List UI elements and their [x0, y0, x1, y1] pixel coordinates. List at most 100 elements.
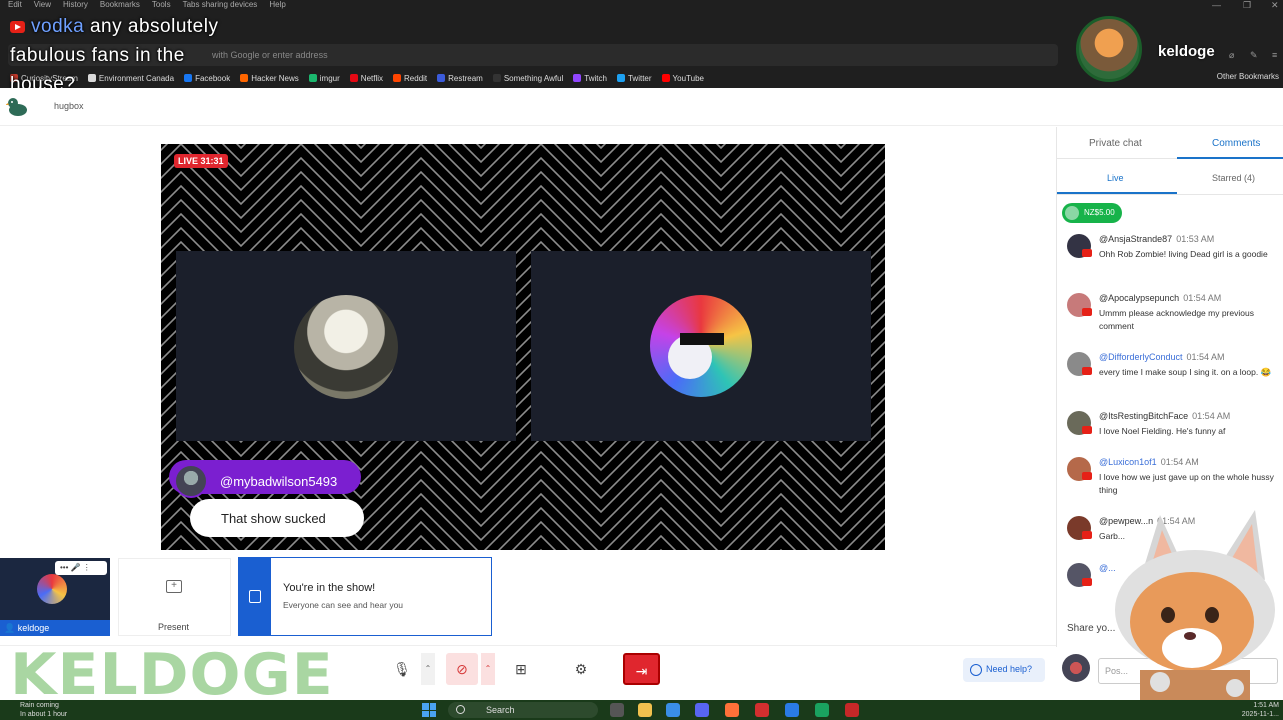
guest-avatar [294, 295, 398, 399]
menu-tabs-sharing[interactable]: Tabs sharing devices [183, 0, 258, 10]
comment-time: 01:53 AM [1176, 234, 1215, 244]
comment-username: @AnsjaStrande87 [1099, 234, 1173, 244]
comment-author: @Luxicon1of1 01:54 AM [1099, 457, 1199, 467]
comment-author: @DifforderlyConduct 01:54 AM [1099, 352, 1225, 362]
menu-help[interactable]: Help [269, 0, 285, 10]
bookmark-favicon-icon [661, 74, 670, 82]
maximize-icon[interactable]: ❐ [1243, 0, 1251, 11]
youtube-icon [1082, 367, 1092, 375]
minimize-icon[interactable]: — [1212, 0, 1221, 10]
youtube-icon [1082, 472, 1092, 480]
weather-line2: In about 1 hour [20, 711, 68, 718]
comment-text: I love how we just gave up on the whole … [1099, 472, 1274, 495]
bookmark-favicon-icon [616, 74, 625, 82]
caption-user: vodka [31, 16, 85, 37]
taskbar-search[interactable]: Search [448, 702, 598, 718]
menu-tools[interactable]: Tools [152, 0, 171, 10]
zigzag-line [161, 144, 885, 206]
clock-time: 1:51 AM [1253, 702, 1279, 709]
file-explorer-icon[interactable] [638, 703, 652, 717]
guest-tile[interactable] [176, 251, 516, 441]
firefox-icon[interactable] [725, 703, 739, 717]
comment-text: Ohh Rob Zombie! living Dead girl is a go… [1099, 249, 1268, 259]
bookmark-item[interactable]: Netflix [349, 74, 383, 83]
camera-options-chevron-icon[interactable]: ⌃ [481, 653, 495, 685]
close-icon[interactable]: ✕ [1271, 0, 1279, 11]
host-tile[interactable] [531, 251, 871, 441]
menu-bookmarks[interactable]: Bookmarks [100, 0, 140, 10]
donation-amount: NZ$5.00 [1084, 208, 1115, 217]
duck-logo-icon[interactable] [6, 96, 32, 118]
sunglasses-icon [680, 333, 724, 345]
app-icon-blue[interactable] [785, 703, 799, 717]
self-view-controls[interactable]: ••• 🎤 ⋮ [55, 561, 107, 575]
live-badge: LIVE 31:31 [174, 154, 228, 168]
subtab-starred[interactable]: Starred (4) [1212, 173, 1255, 183]
tab-private-chat[interactable]: Private chat [1089, 138, 1142, 149]
share-screen-button[interactable]: ⊞ [505, 653, 537, 685]
taskbar-weather[interactable]: Rain coming In about 1 hour [20, 701, 67, 719]
comment-author: @AnsjaStrande87 01:53 AM [1099, 234, 1214, 244]
comment-time: 01:54 AM [1183, 293, 1222, 303]
bookmark-item[interactable]: imgur [308, 74, 340, 83]
caption-line1: any absolutely [89, 16, 219, 37]
need-help-label: Need help? [986, 664, 1033, 674]
other-bookmarks[interactable]: Other Bookmarks [1217, 72, 1279, 81]
extension-icon[interactable]: ⌀ [1229, 50, 1234, 61]
menu-icon[interactable]: ≡ [1272, 50, 1277, 60]
comment-text: Ummm please acknowledge my previous comm… [1099, 308, 1254, 331]
youtube-icon [10, 20, 25, 33]
menu-edit[interactable]: Edit [8, 0, 22, 10]
comment-author: @Apocalypsepunch 01:54 AM [1099, 293, 1221, 303]
tab-comments[interactable]: Comments [1212, 138, 1260, 149]
comment-time: 01:54 AM [1192, 411, 1231, 421]
taskbar-clock[interactable]: 1:51 AM 2025-11-1... [1242, 701, 1279, 719]
bookmark-item[interactable]: Twitter [616, 74, 652, 83]
bookmark-item[interactable]: Reddit [393, 74, 427, 83]
present-label: Present [158, 622, 190, 632]
present-screen-icon: + [166, 580, 182, 593]
comment-username: @Luxicon1of1 [1099, 457, 1157, 467]
bookmark-item[interactable]: YouTube [661, 74, 704, 83]
task-view-icon[interactable] [610, 703, 624, 717]
leave-studio-button[interactable]: ⇥ [623, 653, 660, 685]
edge-icon[interactable] [666, 703, 680, 717]
donor-avatar [1065, 206, 1079, 220]
bookmark-item[interactable]: Twitch [573, 74, 607, 83]
live-caption: vodka any absolutely fabulous fans in th… [10, 12, 270, 99]
app-icon-green[interactable] [815, 703, 829, 717]
self-avatar [37, 574, 67, 604]
menu-view[interactable]: View [34, 0, 51, 10]
user-icon: 👤 [4, 623, 16, 633]
windows-start-icon[interactable] [422, 703, 436, 717]
help-icon [970, 664, 982, 676]
featured-comment-text: That show sucked [221, 511, 326, 526]
bookmark-favicon-icon [492, 74, 501, 82]
pen-icon[interactable]: ✎ [1250, 50, 1258, 61]
app-icon-red[interactable] [755, 703, 769, 717]
comment-username: @ItsRestingBitchFace [1099, 411, 1189, 421]
bookmark-item[interactable]: Restream [437, 74, 483, 83]
mascot-cat-character [1115, 510, 1275, 700]
youtube-icon [1082, 249, 1092, 257]
camera-off-button[interactable]: ⊘ [446, 653, 478, 685]
bookmark-label: Restream [448, 73, 483, 83]
bookmark-label: Reddit [404, 73, 428, 83]
bookmark-item[interactable]: Something Awful [492, 74, 563, 83]
zigzag-line [161, 156, 885, 220]
mic-options-chevron-icon[interactable]: ⌃ [421, 653, 435, 685]
comment-time: 01:54 AM [1186, 352, 1225, 362]
microphone-button[interactable]: 🎙 [386, 653, 418, 685]
settings-gear-icon[interactable]: ⚙ [565, 653, 597, 685]
app-icon-record[interactable] [845, 703, 859, 717]
subtab-live[interactable]: Live [1107, 173, 1124, 183]
donation-chip[interactable]: NZ$5.00 [1062, 203, 1122, 223]
youtube-icon [1082, 426, 1092, 434]
comment-username: @DifforderlyConduct [1099, 352, 1183, 362]
self-name: keldoge [17, 623, 50, 633]
menu-history[interactable]: History [63, 0, 88, 10]
host-avatar [650, 295, 752, 397]
portrait-icon [249, 590, 261, 603]
discord-icon[interactable] [695, 703, 709, 717]
app-header: hugbox [0, 88, 1283, 126]
